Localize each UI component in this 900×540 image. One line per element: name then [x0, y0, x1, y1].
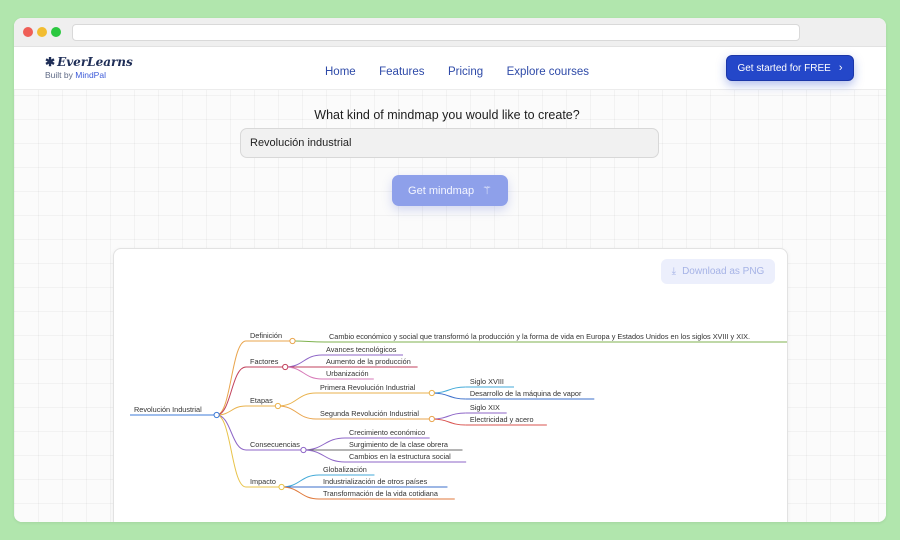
mindmap-branch-0: Definición: [250, 331, 282, 340]
logo-subtitle: Built by MindPal: [45, 70, 106, 80]
mindmap-connector: [431, 386, 466, 394]
mindpal-link[interactable]: MindPal: [75, 70, 106, 80]
mindmap-node-handle[interactable]: [282, 363, 289, 371]
mindmap-node-2-1-1: Electricidad y acero: [470, 415, 534, 424]
mindmap-connector: [292, 340, 326, 343]
browser-toolbar: [14, 18, 886, 47]
mindmap-node-1-0: Avances tecnológicos: [326, 345, 397, 354]
nav-home[interactable]: Home: [325, 66, 356, 78]
mindmap-connector: [285, 354, 323, 368]
mindmap-node-3-0: Crecimiento económico: [349, 428, 425, 437]
close-window-icon[interactable]: [23, 27, 33, 37]
logo-title: EverLearns: [57, 55, 133, 69]
minimize-window-icon[interactable]: [37, 27, 47, 37]
mindmap-connector: [303, 449, 346, 463]
topic-input[interactable]: [240, 128, 659, 158]
mindmap-connector: [431, 392, 466, 400]
mindmap-connector: [285, 366, 323, 380]
mindmap-connector: [281, 474, 320, 488]
mindmap-connector: [216, 340, 247, 416]
get-mindmap-button[interactable]: Get mindmap ⚚: [392, 175, 508, 206]
mindmap-connector: [277, 392, 317, 407]
mindmap-node-4-1: Industrialización de otros países: [323, 477, 428, 486]
get-started-button[interactable]: Get started for FREE ›: [726, 55, 854, 81]
main-nav: Home Features Pricing Explore courses: [325, 62, 608, 80]
maximize-window-icon[interactable]: [51, 27, 61, 37]
site-header: ✱ EverLearns Built by MindPal Home Featur…: [14, 47, 886, 90]
mindmap-node-2-0-1: Desarrollo de la máquina de vapor: [470, 389, 582, 398]
mindmap-canvas: Revolución Industrial Definición Cambio ec…: [130, 331, 787, 500]
mindmap-node-handle[interactable]: [274, 402, 281, 410]
chevron-right-icon: ›: [838, 62, 843, 74]
mindmap-node-1-1: Aumento de la producción: [326, 357, 411, 366]
page-content: ✱ EverLearns Built by MindPal Home Featur…: [14, 47, 886, 522]
mindmap-root: Revolución Industrial: [134, 405, 202, 414]
magic-wand-icon: ⚚: [482, 185, 492, 197]
nav-pricing[interactable]: Pricing: [448, 66, 483, 78]
browser-window: ✱ EverLearns Built by MindPal Home Featur…: [14, 18, 886, 522]
star-icon: ✱: [45, 55, 56, 69]
mindmap-node-4-2: Transformación de la vida cotidiana: [323, 489, 439, 498]
logo[interactable]: ✱ EverLearns Built by MindPal: [45, 55, 133, 80]
mindmap-node-4-0: Globalización: [323, 465, 367, 474]
mindmap-branch-1: Factores: [250, 357, 279, 366]
nav-features[interactable]: Features: [379, 66, 424, 78]
mindmap-node-2-0-0: Siglo XVIII: [470, 377, 504, 386]
mindmap-node-handle[interactable]: [213, 411, 220, 419]
mindmap-node-handle[interactable]: [289, 337, 296, 345]
prompt-heading: What kind of mindmap you would like to c…: [314, 108, 580, 122]
mindmap-node-2-1-0: Siglo XIX: [470, 403, 500, 412]
mindmap-connector: [277, 405, 317, 420]
mindmap-node-2-1: Segunda Revolución Industrial: [320, 409, 419, 418]
mindmap-node-handle[interactable]: [428, 389, 435, 397]
mindmap-connector: [303, 437, 346, 451]
mindmap-connector: [216, 414, 247, 451]
mindmap-node-1-2: Urbanización: [326, 369, 369, 378]
address-bar[interactable]: [72, 24, 800, 41]
mindmap-node-handle[interactable]: [300, 446, 307, 454]
mindmap-branch-4: Impacto: [250, 477, 276, 486]
mindmap-node-handle[interactable]: [428, 415, 435, 423]
mindmap-connector: [431, 412, 466, 420]
mindmap-card: ⤓ Download as PNG Revolución Industrial D…: [113, 248, 788, 522]
mindmap-connector: [216, 414, 247, 488]
mindmap-node-handle[interactable]: [278, 483, 285, 491]
mindmap-branch-2: Etapas: [250, 396, 273, 405]
nav-explore-courses[interactable]: Explore courses: [507, 66, 589, 78]
mindmap-branch-3: Consecuencias: [250, 440, 300, 449]
mindmap-node-0-0: Cambio económico y social que transformó…: [329, 332, 750, 341]
mindmap-node-3-2: Cambios en la estructura social: [349, 452, 451, 461]
mindmap-connector: [281, 486, 320, 500]
mindmap-connector: [216, 366, 247, 416]
mindmap-node-2-0: Primera Revolución Industrial: [320, 383, 416, 392]
mindmap-node-3-1: Surgimiento de la clase obrera: [349, 440, 449, 449]
mindmap-connector: [431, 418, 466, 426]
